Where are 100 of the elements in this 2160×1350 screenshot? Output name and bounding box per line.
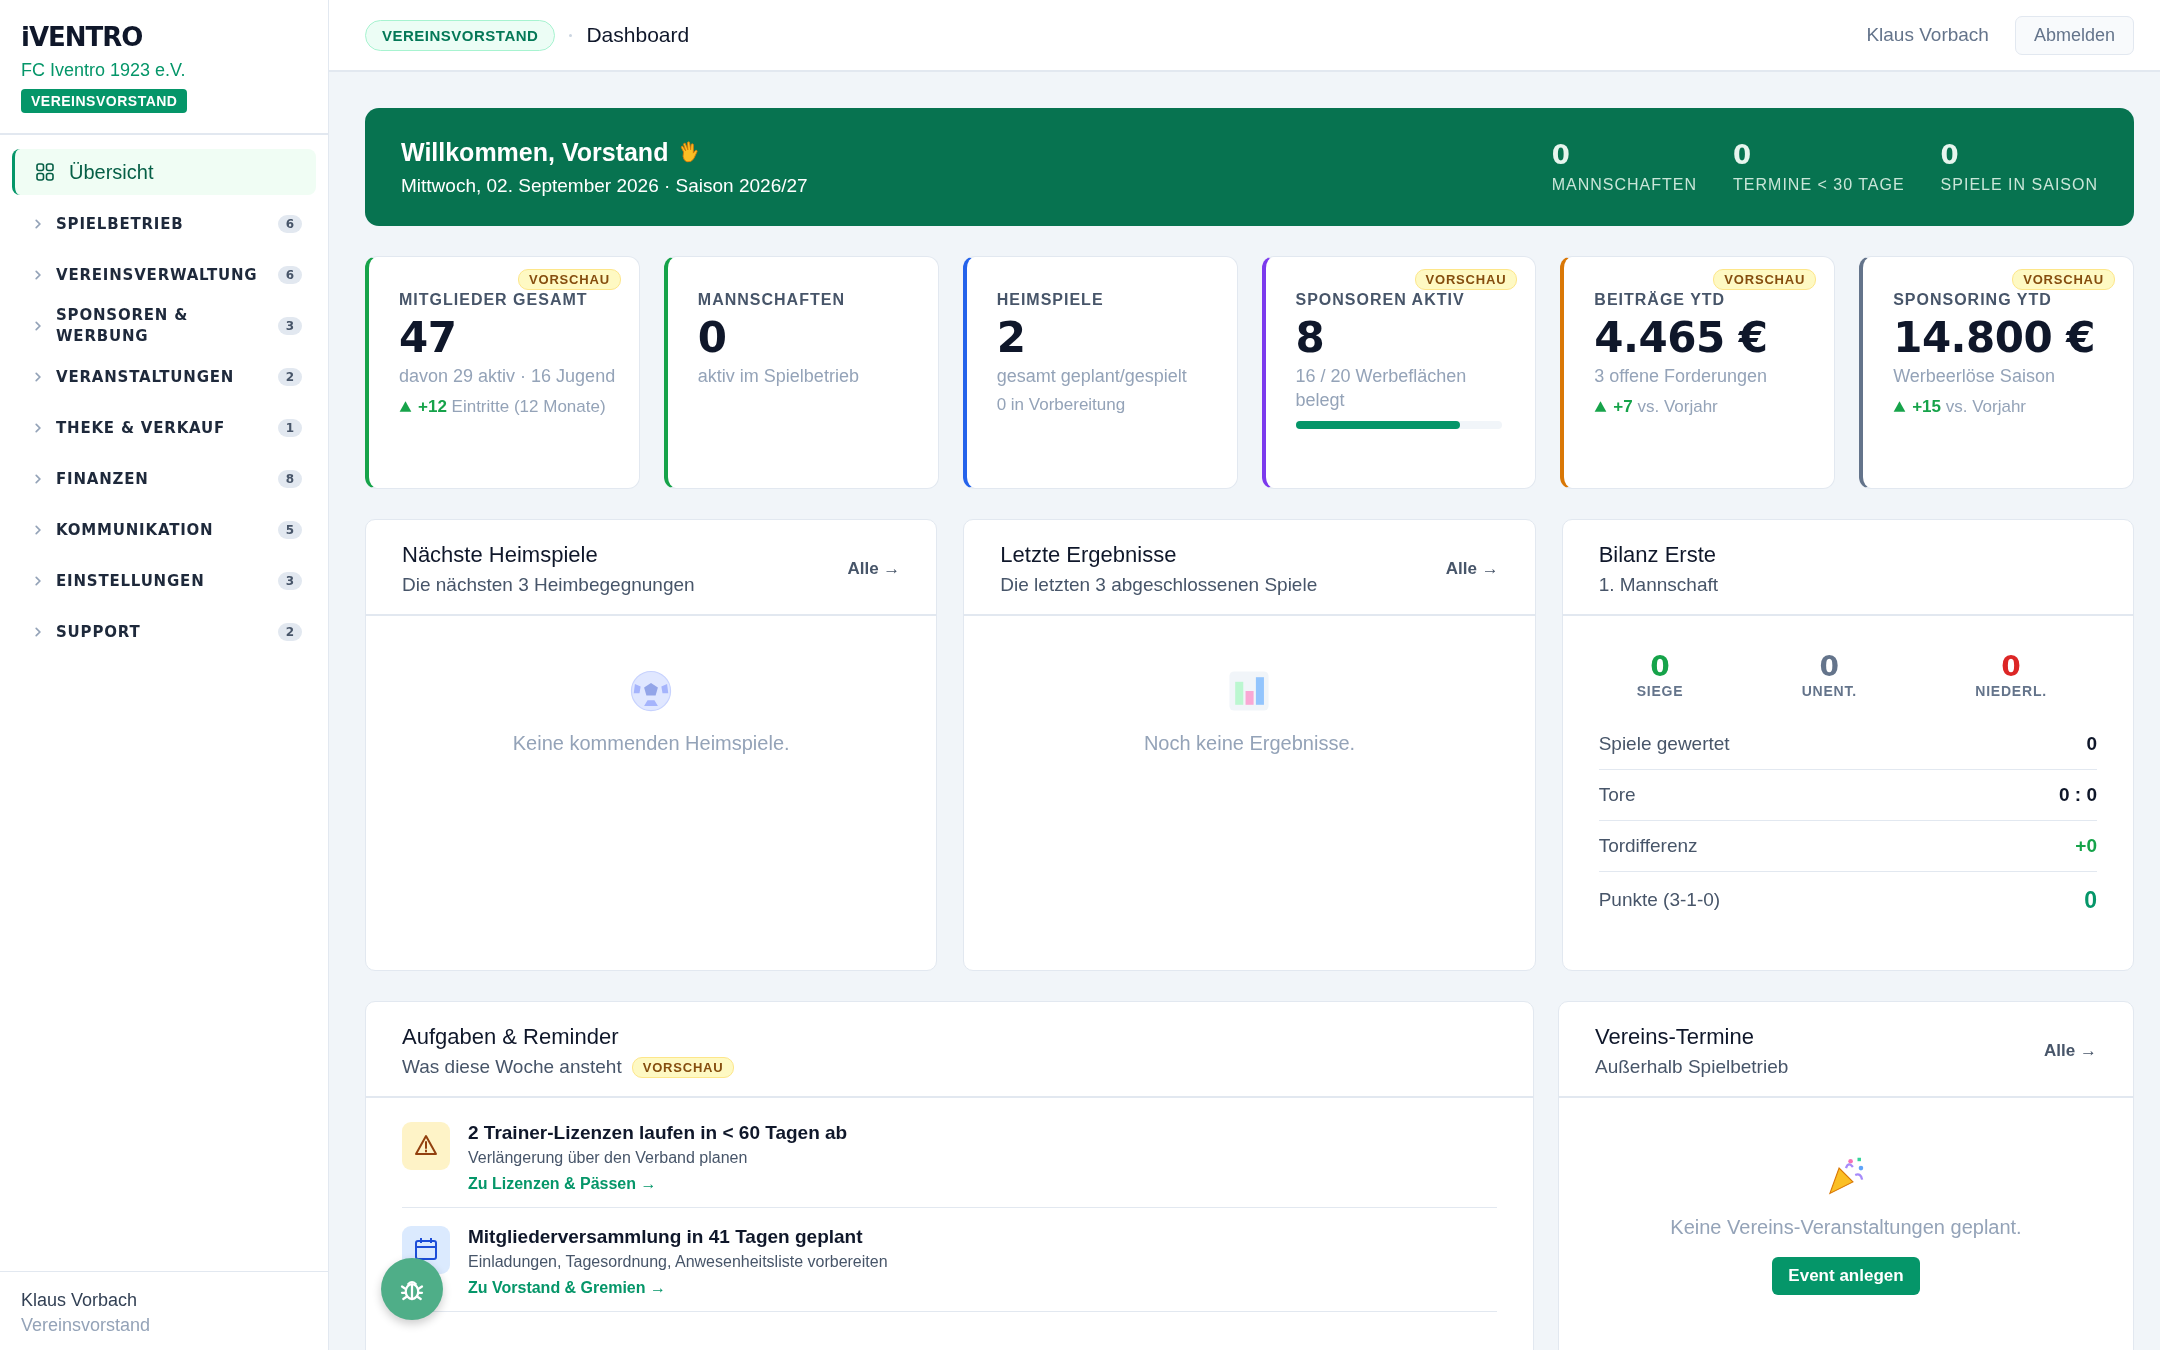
nav-group[interactable]: FINANZEN 8: [12, 457, 316, 501]
preview-badge: VORSCHAU: [2012, 269, 2115, 290]
total-value: 0: [1818, 650, 1841, 683]
count-badge: 6: [277, 266, 302, 284]
card-value: 0: [697, 313, 728, 362]
nav-group[interactable]: VERANSTALTUNGEN 2: [12, 355, 316, 399]
up-arrow-icon: [1893, 400, 1907, 414]
task-title: 2 Trainer-Lizenzen laufen in < 60 Tagen ab: [468, 1122, 848, 1144]
stat-value: 0: [1551, 140, 1571, 170]
stat-value: 0 : 0: [2058, 784, 2097, 806]
task-description: Einladungen, Tagesordnung, Anwesenheitsliste vorbereiten: [468, 1253, 888, 1271]
grid-icon: [35, 162, 55, 182]
nav-group[interactable]: VEREINSVERWALTUNG 6: [12, 253, 316, 297]
card-value: 8: [1295, 313, 1326, 362]
stat-value: 0: [1940, 140, 1960, 170]
stat-label: Spiele gewertet: [1598, 733, 1730, 755]
card-value: 14.800 €: [1893, 313, 2097, 362]
task-link[interactable]: Zu Lizenzen & Pässen →: [468, 1175, 657, 1193]
empty-message: Noch keine Ergebnisse.: [1143, 732, 1356, 755]
card-note: 3 offene Forderungen: [1594, 365, 1769, 388]
card-note: aktiv im Spielbetrieb: [697, 365, 860, 388]
nav-group[interactable]: KOMMUNIKATION 5: [12, 508, 316, 552]
count-badge: 2: [277, 368, 302, 386]
total-label: SIEGE: [1636, 683, 1684, 699]
all-link[interactable]: Alle →: [1445, 559, 1499, 579]
preview-badge: VORSCHAU: [1414, 269, 1518, 290]
card-title: HEIMSPIELE: [996, 291, 1105, 309]
welcome-title: Willkommen, Vorstand: [401, 137, 669, 167]
user-name: Klaus Vorbach: [1866, 24, 1989, 46]
count-badge: 8: [277, 470, 302, 488]
trend-text: +15 vs. Vorjahr: [1912, 396, 2027, 419]
card-value: 47: [399, 313, 458, 362]
up-arrow-icon: [1594, 400, 1608, 414]
card-note: 16 / 20 Werbeflächen belegt: [1295, 365, 1468, 413]
app-logo: iVENTRO: [21, 22, 144, 52]
preview-badge: VORSCHAU: [518, 269, 621, 290]
page-title: Dashboard: [586, 23, 690, 47]
all-link[interactable]: Alle →: [847, 559, 901, 579]
role-pill: VEREINSVORSTAND: [365, 19, 556, 51]
stat-label: TERMINE < 30 TAGE: [1733, 176, 1905, 194]
trend-text: +7 vs. Vorjahr: [1613, 396, 1718, 419]
card-note: davon 29 aktiv · 16 Jugend: [399, 365, 617, 388]
card-note: Werbeerlöse Saison: [1893, 365, 2056, 388]
count-badge: 2: [277, 623, 302, 641]
total-value: 0: [1649, 650, 1671, 683]
count-badge: 5: [277, 521, 302, 539]
nav-group[interactable]: SPONSOREN & WERBUNG 3: [12, 304, 316, 348]
create-event-button[interactable]: Event anlegen: [1772, 1257, 1920, 1295]
count-badge: 1: [277, 419, 302, 437]
total-label: UNENT.: [1801, 683, 1857, 699]
task-title: Mitgliederversammlung in 41 Tagen geplant: [468, 1226, 864, 1248]
trend-text: +12 Eintritte (12 Monate): [418, 396, 606, 419]
task-description: Verlängerung über den Verband planen: [468, 1149, 749, 1167]
panel-subtitle: Außerhalb Spielbetrieb: [1595, 1056, 1789, 1078]
panel-title: Aufgaben & Reminder: [402, 1024, 620, 1050]
logout-button[interactable]: Abmelden: [2014, 15, 2134, 55]
card-title: SPONSORING YTD: [1893, 291, 2053, 309]
empty-message: Keine kommenden Heimspiele.: [512, 732, 790, 755]
stat-label: Tore: [1598, 784, 1636, 806]
nav-group[interactable]: SPIELBETRIEB 6: [12, 202, 316, 246]
user-role: Vereinsvorstand: [21, 1315, 152, 1336]
up-arrow-icon: [399, 400, 412, 414]
stat-label: MANNSCHAFTEN: [1551, 176, 1698, 194]
stat-value: +0: [2075, 835, 2097, 857]
nav-group[interactable]: THEKE & VERKAUF 1: [12, 406, 316, 450]
date-season: Mittwoch, 02. September 2026 · Saison 2026/27: [401, 174, 808, 197]
stat-value: 0: [2084, 886, 2097, 914]
empty-message: Keine Vereins-Veranstaltungen geplant.: [1670, 1216, 2022, 1239]
preview-badge: VORSCHAU: [631, 1056, 735, 1078]
panel-title: Nächste Heimspiele: [402, 542, 599, 568]
panel-subtitle: Was diese Woche ansteht: [402, 1056, 622, 1078]
count-badge: 3: [277, 572, 302, 590]
preview-badge: VORSCHAU: [1713, 269, 1817, 290]
card-value: 2: [996, 313, 1027, 362]
panel-title: Letzte Ergebnisse: [1000, 542, 1178, 568]
count-badge: 3: [277, 317, 302, 335]
panel-subtitle: 1. Mannschaft: [1598, 574, 1718, 596]
panel-subtitle: Die letzten 3 abgeschlossenen Spiele: [1000, 574, 1318, 596]
club-name: FC Iventro 1923 e.V.: [21, 60, 187, 81]
card-title: SPONSOREN AKTIV: [1295, 291, 1466, 309]
total-label: NIEDERL.: [1975, 683, 2047, 699]
all-link[interactable]: Alle →: [2044, 1041, 2097, 1061]
stat-value: 0: [1733, 140, 1753, 170]
card-note: gesamt geplant/gespielt: [996, 365, 1188, 388]
stat-label: Punkte (3-1-0): [1598, 889, 1721, 911]
warning-icon: [402, 1122, 450, 1170]
card-title: MANNSCHAFTEN: [697, 291, 846, 309]
count-badge: 6: [277, 215, 302, 233]
card-title: BEITRÄGE YTD: [1594, 291, 1727, 309]
stat-label: SPIELE IN SAISON: [1940, 176, 2098, 194]
role-badge: VEREINSVORSTAND: [21, 89, 188, 113]
panel-subtitle: Die nächsten 3 Heimbegegnungen: [402, 574, 695, 596]
user-name: Klaus Vorbach: [21, 1290, 139, 1311]
total-value: 0: [2000, 650, 2022, 683]
panel-title: Vereins-Termine: [1595, 1024, 1755, 1050]
task-link[interactable]: Zu Vorstand & Gremien →: [468, 1279, 666, 1297]
nav-group[interactable]: EINSTELLUNGEN 3: [12, 559, 316, 603]
nav-item[interactable]: Übersicht: [12, 149, 316, 195]
stat-label: Tordifferenz: [1598, 835, 1698, 857]
nav-group[interactable]: SUPPORT 2: [12, 610, 316, 654]
